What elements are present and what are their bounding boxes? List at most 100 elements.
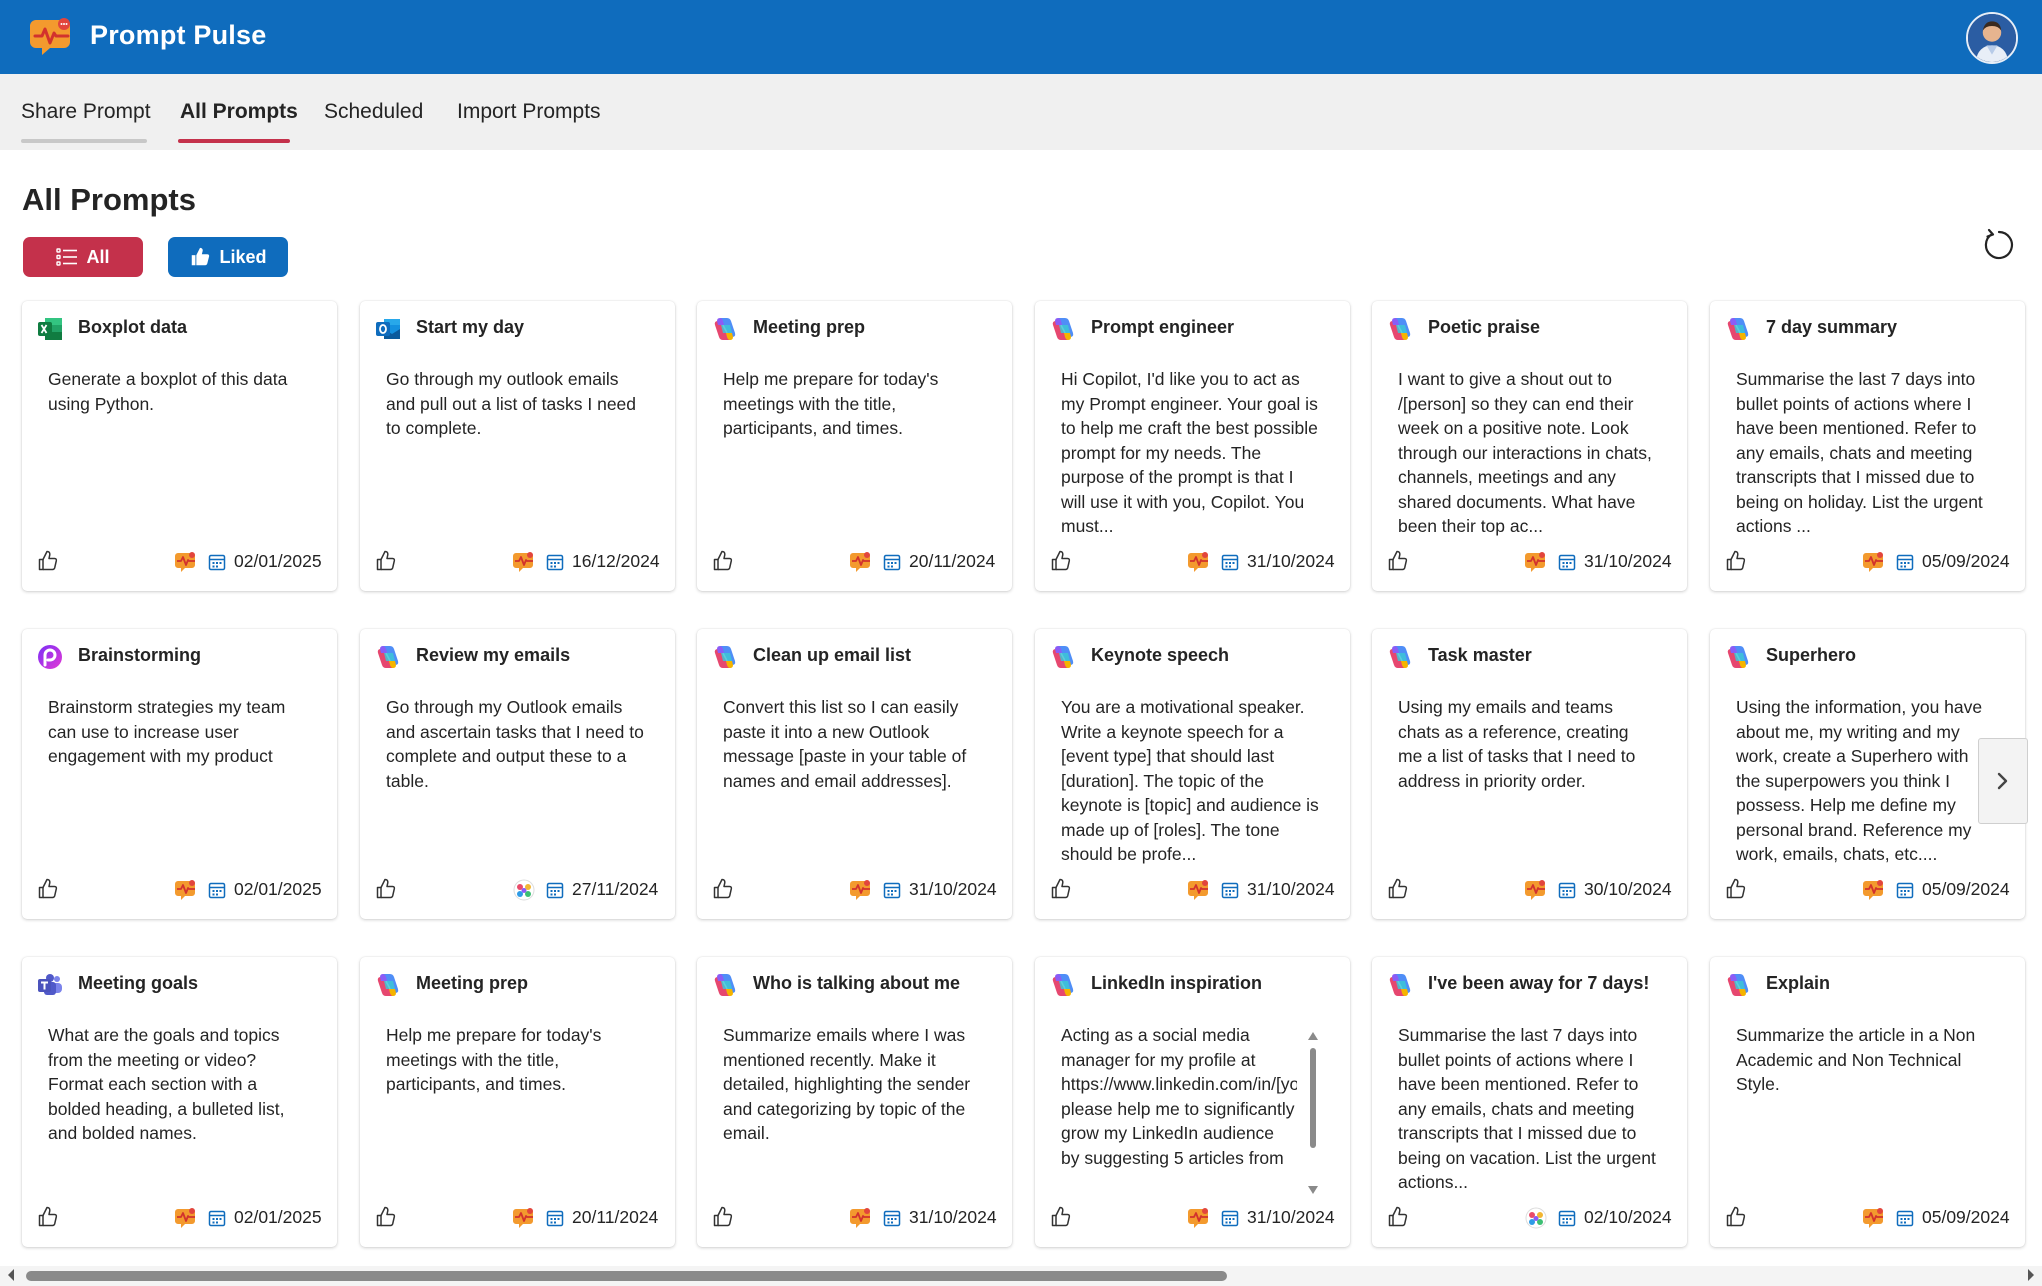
thumbs-up-icon[interactable] [1386, 1205, 1410, 1229]
thumbs-up-icon[interactable] [1049, 877, 1073, 901]
prompt-card[interactable]: Explain Summarize the article in a Non Ac… [1710, 957, 2025, 1247]
calendar-icon [883, 881, 901, 899]
prompt-card-date: 31/10/2024 [1247, 1207, 1335, 1227]
prompt-card-title: Who is talking about me [753, 973, 961, 993]
prompt-card[interactable]: Meeting goals What are the goals and topi… [22, 957, 337, 1247]
prompt-card[interactable]: Who is talking about me Summarize emails … [697, 957, 1012, 1247]
tab-import-prompts[interactable]: Import Prompts [457, 100, 601, 124]
prompt-card-body: Summarise the last 7 days into bullet po… [1398, 1025, 1656, 1192]
thumbs-up-icon[interactable] [1049, 549, 1073, 573]
thumbs-up-icon[interactable] [36, 549, 60, 573]
thumbs-up-icon[interactable] [711, 877, 735, 901]
tab-scheduled[interactable]: Scheduled [324, 100, 423, 124]
prompt-card[interactable]: Brainstorming Brainstorm strategies my te… [22, 629, 337, 919]
tab-all-prompts[interactable]: All Prompts [180, 100, 298, 124]
thumbs-up-filled-icon [192, 247, 210, 266]
prompt-card-body: I want to give a shout out to /[person] … [1398, 369, 1652, 536]
prompt-card-title: I've been away for 7 days! [1428, 973, 1650, 993]
prompt-card-title: Start my day [416, 317, 525, 337]
thumbs-up-icon[interactable] [374, 1205, 398, 1229]
chevron-right-icon [1997, 772, 2008, 790]
thumbs-up-icon[interactable] [1049, 1205, 1073, 1229]
prompt-card-body: You are a motivational speaker. Write a … [1061, 697, 1319, 864]
prompt-card[interactable]: Task master Using my emails and teams cha… [1372, 629, 1687, 919]
prompt-card-title: Meeting prep [416, 973, 529, 993]
thumbs-up-icon[interactable] [1724, 1205, 1748, 1229]
author-avatar-icon [850, 880, 870, 900]
copilot-icon [1049, 971, 1077, 999]
author-avatar-icon [175, 1208, 195, 1228]
user-avatar[interactable] [1966, 12, 2018, 64]
prompt-card[interactable]: Keynote speech You are a motivational spe… [1035, 629, 1350, 919]
thumbs-up-icon[interactable] [374, 549, 398, 573]
author-avatar-icon [1188, 551, 1210, 573]
thumbs-up-icon[interactable] [36, 1205, 60, 1229]
refresh-icon[interactable] [1980, 226, 2018, 264]
thumbs-up-icon[interactable] [1724, 549, 1748, 573]
copilot-icon [711, 643, 739, 671]
thumbs-up-icon[interactable] [36, 877, 60, 901]
tab-bar [0, 74, 2042, 150]
next-page-button[interactable] [1978, 738, 2028, 824]
tab-share-prompt-underline [21, 139, 147, 143]
author-avatar-icon [513, 879, 535, 901]
filter-liked-button[interactable]: Liked [168, 237, 288, 277]
author-avatar-icon [175, 551, 197, 573]
author-avatar-icon [1863, 1208, 1883, 1228]
prompt-card[interactable]: Boxplot data Generate a boxplot of this d… [22, 301, 337, 591]
tab-share-prompt[interactable]: Share Prompt [21, 100, 151, 124]
prompt-card[interactable]: Start my day Go through my outlook emails… [360, 301, 675, 591]
prompt-card-date: 31/10/2024 [1584, 551, 1672, 571]
prompt-card-body: Summarize the article in a Non Academic … [1736, 1025, 1976, 1094]
prompt-card[interactable]: LinkedIn inspiration Acting as a social m… [1035, 957, 1350, 1247]
copilot-icon [1049, 315, 1077, 343]
prompt-card[interactable]: Poetic praise I want to give a shout out … [1372, 301, 1687, 591]
thumbs-up-icon[interactable] [1386, 549, 1410, 573]
prompt-card[interactable]: Review my emails Go through my Outlook em… [360, 629, 675, 919]
prompt-card-title: Meeting goals [78, 973, 199, 993]
scroll-left-arrow-icon[interactable] [6, 1268, 16, 1282]
calendar-icon [883, 1209, 901, 1227]
calendar-icon [208, 881, 226, 899]
copilot-icon [1724, 971, 1752, 999]
author-avatar-icon [850, 879, 872, 901]
prompt-card-date: 31/10/2024 [909, 1207, 997, 1227]
author-avatar-icon [513, 879, 535, 901]
prompt-card[interactable]: Meeting prep Help me prepare for today's … [360, 957, 675, 1247]
author-avatar-icon [1863, 880, 1883, 900]
author-avatar-icon [175, 879, 197, 901]
prompt-card[interactable]: Clean up email list Convert this list so … [697, 629, 1012, 919]
thumbs-up-icon[interactable] [1724, 877, 1748, 901]
filter-all-button[interactable]: All [23, 237, 143, 277]
prompt-card-body: Summarise the last 7 days into bullet po… [1736, 369, 1983, 536]
thumbs-up-icon[interactable] [1386, 877, 1410, 901]
prompt-card[interactable]: 7 day summary Summarise the last 7 days i… [1710, 301, 2025, 591]
calendar-icon [1558, 1209, 1576, 1227]
thumbs-up-icon[interactable] [374, 877, 398, 901]
excel-icon [36, 315, 64, 343]
author-avatar-icon [1525, 1207, 1547, 1229]
thumbs-up-icon[interactable] [711, 549, 735, 573]
prompt-card[interactable]: Meeting prep Help me prepare for today's … [697, 301, 1012, 591]
prompt-card-scrollbar[interactable] [1306, 1030, 1320, 1196]
copilot-icon [1724, 315, 1752, 343]
page-title: All Prompts [22, 182, 196, 217]
prompt-card[interactable]: Prompt engineer Hi Copilot, I'd like you … [1035, 301, 1350, 591]
scroll-right-arrow-icon[interactable] [2026, 1268, 2036, 1282]
prompt-card-body: Convert this list so I can easily paste … [723, 697, 967, 791]
prompt-card-title: Superhero [1766, 645, 1857, 665]
prompt-card-date: 02/10/2024 [1584, 1207, 1672, 1227]
prompt-card-title: Task master [1428, 645, 1532, 665]
prompt-card-title: Clean up email list [753, 645, 912, 665]
thumbs-up-icon[interactable] [711, 1205, 735, 1229]
prompt-card-body: Hi Copilot, I'd like you to act as my Pr… [1061, 369, 1318, 536]
calendar-icon [883, 553, 901, 571]
prompt-card[interactable]: I've been away for 7 days! Summarise the … [1372, 957, 1687, 1247]
horizontal-scrollbar-thumb[interactable] [26, 1271, 1227, 1281]
prompt-card-body: Go through my outlook emails and pull ou… [386, 369, 637, 438]
author-avatar-icon [175, 1207, 197, 1229]
author-avatar-icon [850, 552, 870, 572]
author-avatar-icon [513, 552, 533, 572]
prompt-card-body: Help me prepare for today's meetings wit… [723, 369, 939, 438]
prompt-card-body: Go through my Outlook emails and ascerta… [386, 697, 644, 791]
